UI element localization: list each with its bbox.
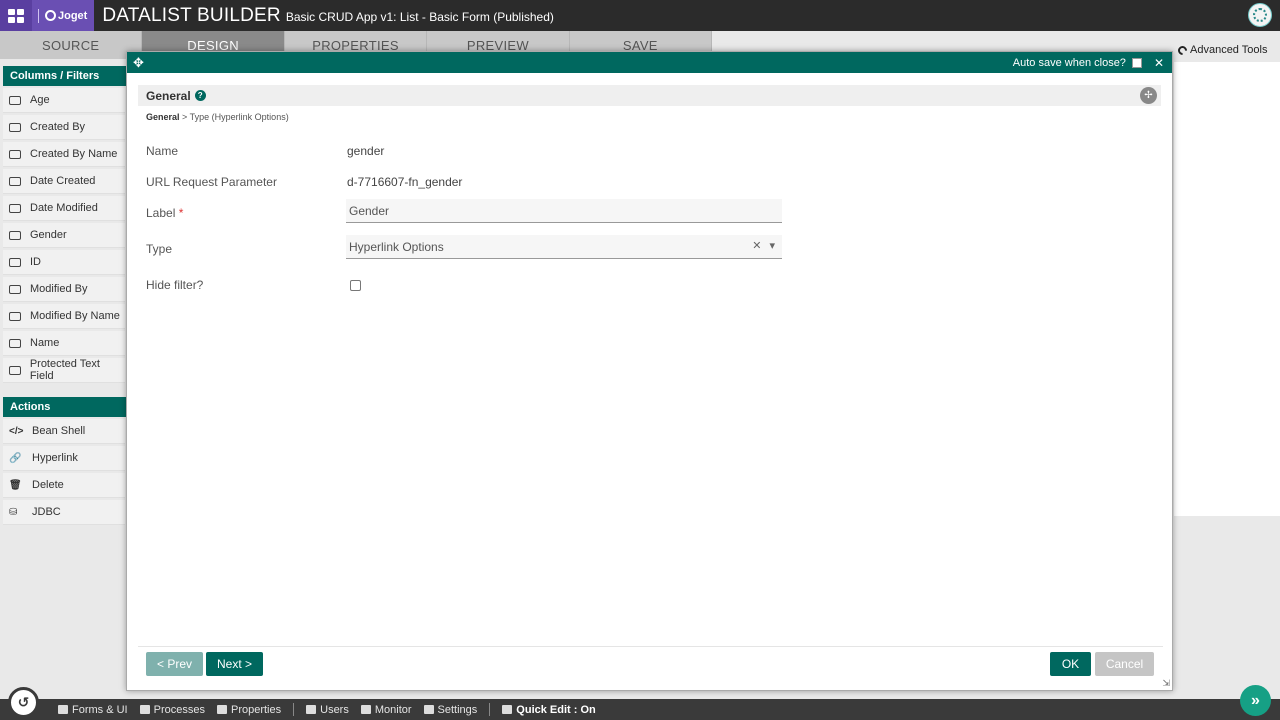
url-param-label: URL Request Parameter [146, 175, 277, 189]
sidebar-item-date-modified[interactable]: Date Modified [3, 196, 125, 221]
actions-header: Actions [3, 397, 128, 417]
sidebar-item-date-created[interactable]: Date Created [3, 169, 125, 194]
section-header: General ? ✢ [138, 85, 1161, 106]
admin-bar: ↺ Forms & UI Processes Properties Users … [0, 685, 1280, 720]
column-icon [9, 284, 21, 294]
grid-icon [8, 8, 24, 23]
hide-filter-label: Hide filter? [146, 278, 204, 292]
auto-save-checkbox[interactable] [1131, 57, 1142, 68]
column-icon [9, 122, 21, 132]
name-value: gender [347, 144, 385, 158]
label-label: Label * [146, 206, 184, 220]
breadcrumb-root[interactable]: General [146, 112, 180, 122]
design-canvas [1174, 62, 1280, 516]
tab-source[interactable]: SOURCE [0, 31, 143, 59]
close-icon[interactable]: ✕ [1154, 56, 1164, 70]
column-icon [9, 176, 21, 186]
column-icon [9, 203, 21, 213]
expand-icon[interactable]: ✢ [1140, 87, 1157, 104]
sidebar-item-modified-by[interactable]: Modified By [3, 277, 125, 302]
pencil-icon [502, 705, 513, 714]
sidebar-item-delete[interactable]: 🗑 Delete [3, 473, 125, 498]
sidebar-item-id[interactable]: ID [3, 250, 125, 275]
joget-logo[interactable]: Joget [32, 0, 95, 31]
sidebar-item-gender[interactable]: Gender [3, 223, 125, 248]
advanced-tools-button[interactable]: Advanced Tools [1176, 43, 1267, 57]
hide-filter-checkbox[interactable] [350, 280, 361, 291]
dashboard-icon [360, 705, 371, 714]
help-icon[interactable]: ? [194, 90, 206, 101]
prev-button[interactable]: < Prev [146, 652, 203, 676]
builder-subtitle: Basic CRUD App v1: List - Basic Form (Pu… [285, 10, 554, 24]
admin-settings[interactable]: Settings [423, 704, 477, 716]
database-icon: ⛁ [9, 506, 18, 518]
auto-save-label: Auto save when close? [1012, 56, 1126, 69]
code-icon: </> [9, 425, 24, 437]
expand-panel-button[interactable]: » [1240, 685, 1271, 716]
column-icon [9, 311, 21, 321]
sidebar-item-created-by-name[interactable]: Created By Name [3, 142, 125, 167]
dialog-footer: < Prev Next > OK Cancel [138, 646, 1163, 686]
sidebar-item-hyperlink[interactable]: 🔗 Hyperlink [3, 446, 125, 471]
link-icon: 🔗 [9, 452, 22, 464]
user-avatar[interactable] [1248, 3, 1272, 27]
trash-icon: 🗑 [9, 479, 22, 491]
quick-edit-toggle[interactable]: Quick Edit : On [502, 704, 596, 716]
wrench-icon [1176, 43, 1189, 57]
gear-icon [216, 705, 227, 714]
column-icon [9, 95, 21, 105]
admin-users[interactable]: Users [306, 704, 349, 716]
sidebar-item-age[interactable]: Age [3, 88, 125, 113]
top-header: Joget DATALIST BUILDER Basic CRUD App v1… [0, 0, 1280, 31]
required-marker: * [178, 206, 184, 220]
sidebar-item-created-by[interactable]: Created By [3, 115, 125, 140]
gears-icon [423, 705, 434, 714]
sidebar: Columns / Filters Age Created By Created… [0, 59, 128, 699]
edit-icon [58, 705, 68, 714]
sidebar-item-protected-text-field[interactable]: Protected Text Field [3, 358, 125, 383]
next-button[interactable]: Next > [206, 652, 263, 676]
dialog-titlebar[interactable]: ✥ Auto save when close? ✕ [127, 52, 1172, 73]
breadcrumb-leaf: Type (Hyperlink Options) [189, 112, 289, 122]
app-menu-button[interactable] [0, 0, 32, 31]
type-select[interactable]: Hyperlink Options ✕ ▾ [346, 235, 782, 259]
chevron-down-icon[interactable]: ▾ [769, 239, 775, 252]
breadcrumb: General > Type (Hyperlink Options) [146, 112, 289, 122]
column-icon [9, 149, 21, 159]
double-chevron-right-icon: » [1251, 691, 1260, 709]
label-input[interactable]: Gender [346, 199, 782, 223]
admin-forms-ui[interactable]: Forms & UI [58, 704, 128, 716]
admin-monitor[interactable]: Monitor [360, 704, 412, 716]
section-title: General [146, 88, 191, 103]
avatar-icon [1253, 8, 1267, 22]
builder-title: DATALIST BUILDER [102, 4, 281, 26]
joget-logo-icon [45, 10, 56, 21]
columns-filters-header: Columns / Filters [3, 66, 128, 86]
column-icon [9, 257, 21, 267]
column-icon [9, 338, 21, 348]
sidebar-item-bean-shell[interactable]: </> Bean Shell [3, 419, 125, 444]
column-icon [9, 230, 21, 240]
sidebar-item-name[interactable]: Name [3, 331, 125, 356]
column-icon [9, 365, 21, 375]
resize-handle-icon[interactable]: ⇲ [1162, 678, 1170, 689]
sidebar-item-jdbc[interactable]: ⛁ JDBC [3, 500, 125, 525]
users-icon [306, 705, 317, 714]
list-icon [139, 705, 150, 714]
move-icon[interactable]: ✥ [133, 55, 144, 71]
name-label: Name [146, 144, 179, 158]
ok-button[interactable]: OK [1050, 652, 1091, 676]
joget-home-icon[interactable]: ↺ [8, 687, 39, 718]
properties-dialog: ✥ Auto save when close? ✕ General ? ✢ Ge… [126, 51, 1173, 691]
cancel-button[interactable]: Cancel [1095, 652, 1154, 676]
admin-processes[interactable]: Processes [139, 704, 205, 716]
admin-properties[interactable]: Properties [216, 704, 281, 716]
sidebar-item-modified-by-name[interactable]: Modified By Name [3, 304, 125, 329]
clear-icon[interactable]: ✕ [752, 239, 761, 252]
type-label: Type [146, 242, 173, 256]
url-param-value: d-7716607-fn_gender [347, 175, 463, 189]
